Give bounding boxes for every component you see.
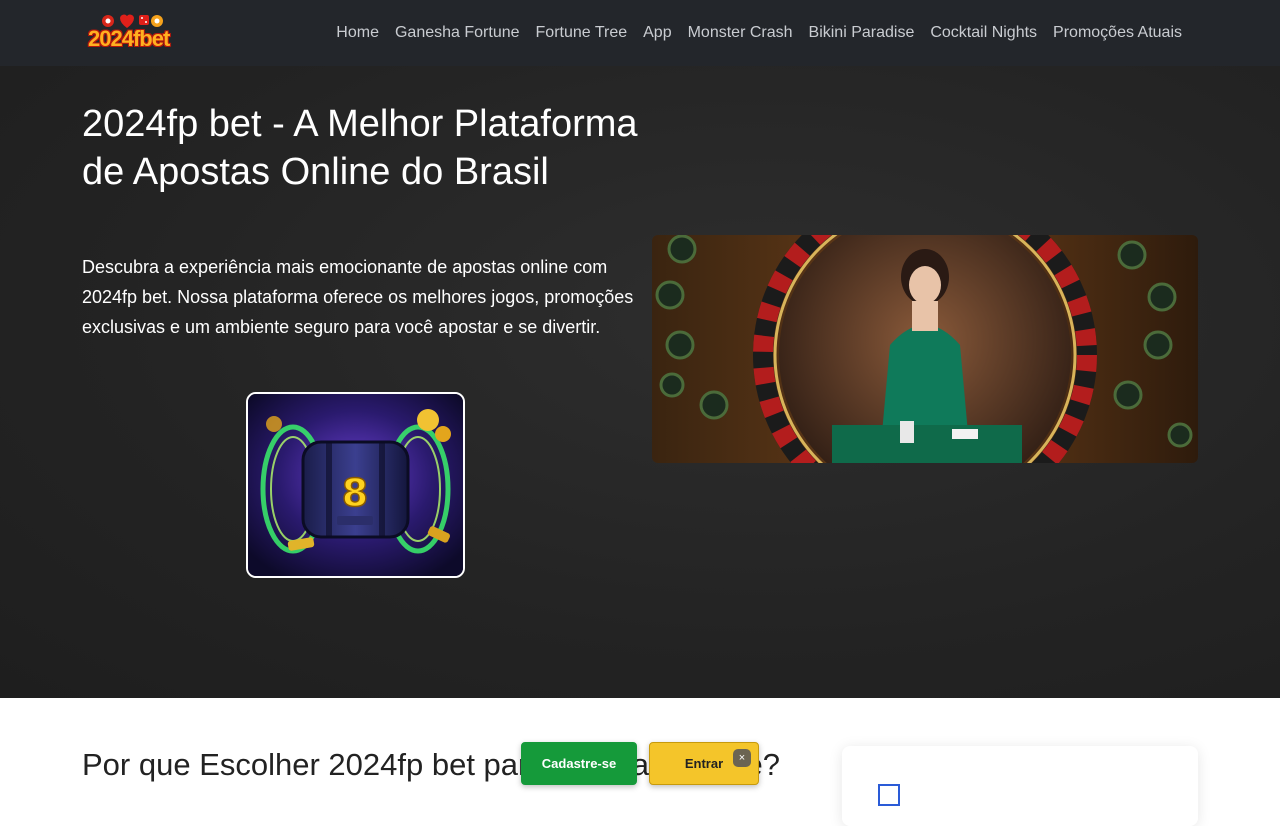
- nav-link-app[interactable]: App: [635, 24, 679, 42]
- nav-link-monster-crash[interactable]: Monster Crash: [680, 24, 801, 42]
- svg-text:8: 8: [342, 471, 368, 515]
- top-navbar: 2024fbet Home Ganesha Fortune Fortune Tr…: [0, 0, 1280, 66]
- nav-link-home[interactable]: Home: [328, 24, 387, 42]
- roulette-banner-image: [652, 235, 1198, 463]
- site-logo[interactable]: 2024fbet: [88, 12, 178, 54]
- logo-text: 2024fbet: [88, 26, 170, 51]
- hero-description: Descubra a experiência mais emocionante …: [82, 257, 634, 337]
- hero-section: 2024fp bet - A Melhor Plataforma de Apos…: [0, 66, 1280, 698]
- nav-link-ganesha-fortune[interactable]: Ganesha Fortune: [387, 24, 528, 42]
- hero-title: 2024fp bet - A Melhor Plataforma de Apos…: [82, 103, 638, 193]
- side-card: [842, 746, 1198, 826]
- main-nav: Home Ganesha Fortune Fortune Tree App Mo…: [328, 0, 1190, 66]
- nav-link-cocktail-nights[interactable]: Cocktail Nights: [922, 24, 1045, 42]
- close-icon[interactable]: ×: [733, 749, 751, 767]
- nav-link-promocoes[interactable]: Promoções Atuais: [1045, 24, 1190, 42]
- roulette-dealer-icon: [652, 235, 1198, 463]
- nav-link-bikini-paradise[interactable]: Bikini Paradise: [801, 24, 923, 42]
- register-button[interactable]: Cadastre-se: [521, 742, 637, 785]
- nav-link-fortune-tree[interactable]: Fortune Tree: [528, 24, 636, 42]
- side-card-checkbox[interactable]: [878, 784, 900, 806]
- slot-game-thumbnail[interactable]: 8: [246, 392, 465, 578]
- slot-machine-icon: 8: [248, 394, 463, 576]
